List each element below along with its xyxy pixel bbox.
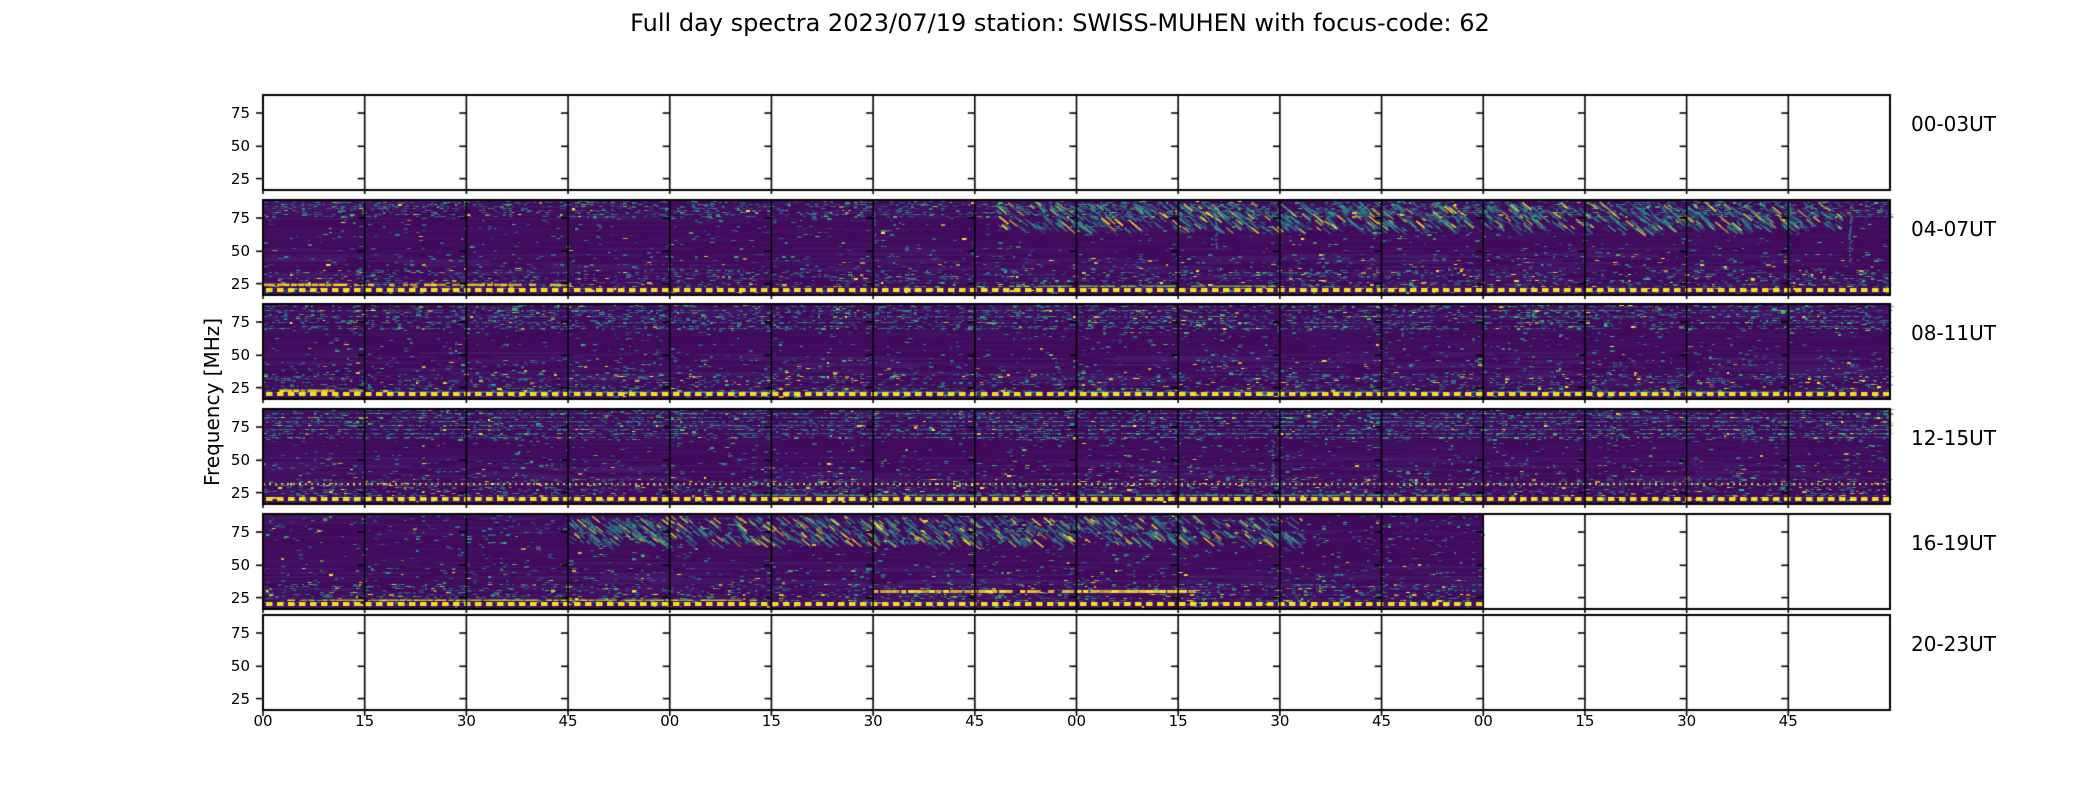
- y-tick-label: 50: [230, 451, 250, 470]
- y-tick-label: 25: [230, 169, 250, 188]
- y-tick-label: 50: [230, 137, 250, 156]
- y-tick-label: 75: [230, 209, 250, 228]
- y-tick-label: 25: [230, 588, 250, 607]
- x-tick-label: 45: [558, 712, 578, 730]
- y-tick-label: 25: [230, 378, 250, 397]
- y-tick-label: 50: [230, 556, 250, 575]
- x-tick-label: 30: [863, 712, 883, 730]
- figure-title: Full day spectra 2023/07/19 station: SWI…: [630, 9, 1490, 37]
- row-label-00-03UT: 00-03UT: [1911, 112, 1996, 136]
- x-tick-label: 15: [1575, 712, 1595, 730]
- x-tick-label: 15: [355, 712, 375, 730]
- x-tick-label: 00: [1473, 712, 1493, 730]
- spectra-figure: Full day spectra 2023/07/19 station: SWI…: [0, 0, 2100, 800]
- y-tick-label: 50: [230, 657, 250, 676]
- y-tick-label: 25: [230, 689, 250, 708]
- x-tick-label: 30: [1677, 712, 1697, 730]
- y-tick-label: 75: [230, 418, 250, 437]
- y-tick-label: 75: [230, 313, 250, 332]
- y-tick-label: 75: [230, 624, 250, 643]
- row-label-04-07UT: 04-07UT: [1911, 217, 1996, 241]
- x-tick-label: 30: [456, 712, 476, 730]
- row-label-08-11UT: 08-11UT: [1911, 321, 1996, 345]
- y-tick-label: 25: [230, 483, 250, 502]
- x-tick-label: 15: [1168, 712, 1188, 730]
- row-label-12-15UT: 12-15UT: [1911, 426, 1996, 450]
- row-label-20-23UT: 20-23UT: [1911, 632, 1996, 656]
- y-tick-label: 50: [230, 346, 250, 365]
- y-tick-label: 75: [230, 104, 250, 123]
- x-tick-label: 00: [660, 712, 680, 730]
- x-tick-label: 15: [761, 712, 781, 730]
- y-tick-label: 75: [230, 523, 250, 542]
- x-tick-label: 00: [253, 712, 273, 730]
- y-tick-label: 25: [230, 274, 250, 293]
- x-tick-label: 45: [1778, 712, 1798, 730]
- row-label-16-19UT: 16-19UT: [1911, 531, 1996, 555]
- spectrogram-grid-canvas: [0, 0, 2100, 800]
- x-tick-label: 00: [1066, 712, 1087, 730]
- x-tick-label: 30: [1270, 712, 1290, 730]
- x-tick-label: 45: [1372, 712, 1392, 730]
- x-tick-label: 45: [965, 712, 985, 730]
- y-tick-label: 50: [230, 242, 250, 261]
